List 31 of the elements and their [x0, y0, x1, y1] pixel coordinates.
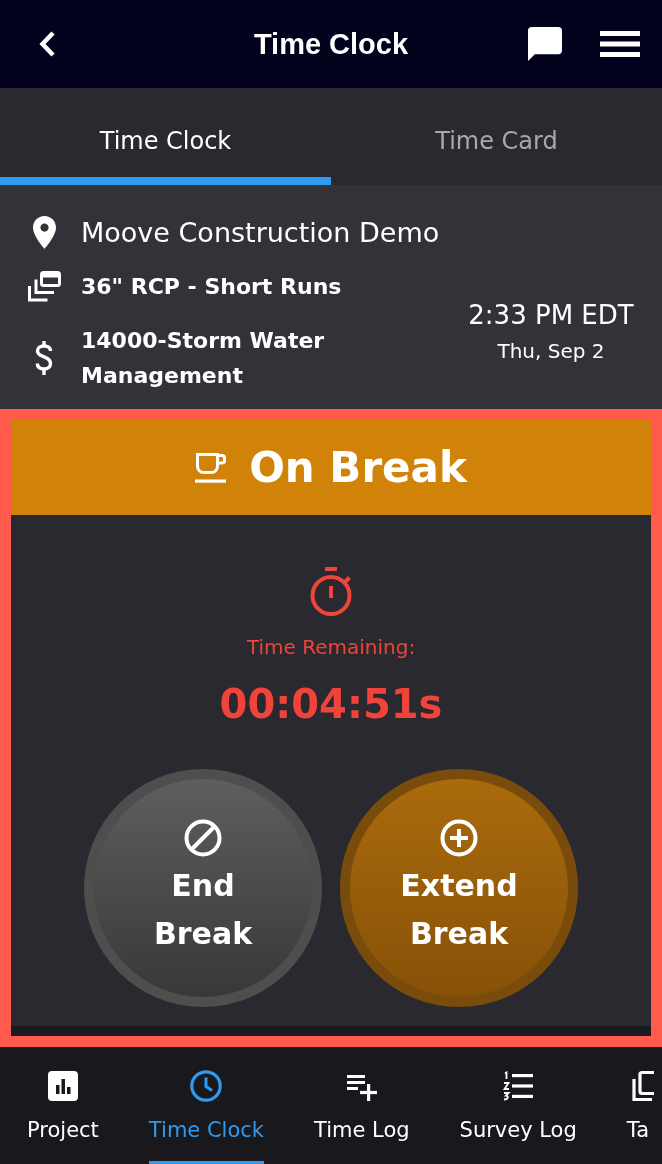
nav-item[interactable]: Time Log: [289, 1047, 435, 1164]
screen-title: Time Clock: [253, 27, 409, 61]
cost-code: 14000-Storm Water Management: [81, 327, 326, 390]
project-name: Moove Construction Demo: [81, 216, 441, 250]
current-time: 2:33 PM EDT: [468, 299, 634, 332]
status-title: On Break: [249, 443, 467, 492]
timer-label: Time Remaining:: [246, 634, 416, 661]
coffee-cup-icon: [195, 452, 227, 483]
extend-break-button[interactable]: Extend Break: [340, 769, 578, 1007]
nav-item[interactable]: Time Clock: [123, 1047, 289, 1164]
nav-item[interactable]: Survey Log: [434, 1047, 602, 1164]
nav-item[interactable]: Project: [2, 1047, 124, 1164]
timer-value: 00:04:51s: [219, 680, 443, 729]
circle-slash-icon: [184, 818, 222, 857]
back-icon[interactable]: [38, 30, 56, 58]
dollar-icon: [34, 340, 54, 376]
bar-chart-icon: [47, 1071, 78, 1101]
chat-icon[interactable]: [528, 27, 562, 61]
location-pin-icon: [32, 216, 56, 249]
stacked-squares-icon: [631, 1070, 654, 1102]
menu-icon[interactable]: [600, 31, 640, 57]
current-date: Thu, Sep 2: [497, 338, 605, 364]
tab[interactable]: Time Card: [331, 88, 662, 185]
layers-icon: [27, 271, 61, 302]
stopwatch-icon: [308, 567, 354, 617]
plus-circle-icon: [440, 818, 478, 857]
end-break-button[interactable]: End Break: [84, 769, 322, 1007]
clock-icon: [190, 1070, 223, 1102]
phase-name: 36" RCP - Short Runs: [81, 273, 343, 301]
nav-item[interactable]: Ta: [601, 1047, 654, 1164]
numbered-list-icon: [502, 1070, 535, 1102]
